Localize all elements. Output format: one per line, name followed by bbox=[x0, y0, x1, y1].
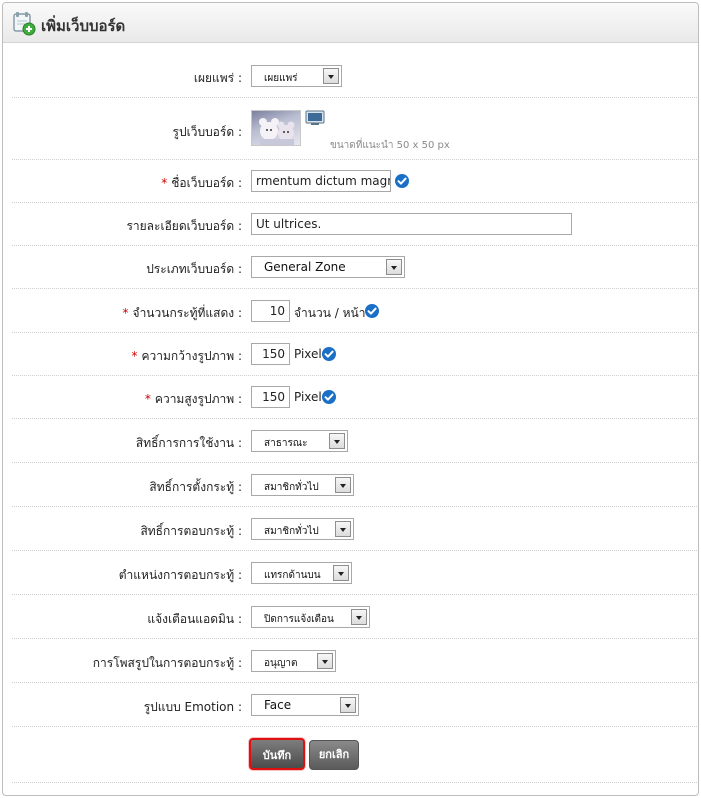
chevron-down-icon bbox=[386, 259, 402, 275]
image-upload-icon[interactable] bbox=[305, 110, 325, 126]
publish-label: เผยแพร่ : bbox=[193, 71, 242, 85]
reply-position-select-value: แทรกด้านบน bbox=[264, 570, 321, 581]
reply-rights-label: สิทธิ์การตอบกระทู้ : bbox=[140, 524, 242, 538]
save-button[interactable]: บันทึก bbox=[249, 738, 305, 770]
row-name: *ชื่อเว็บบอร์ด : rmentum dictum magna. bbox=[12, 160, 698, 203]
admin-notify-label: แจ้งเตือนแอดมิน : bbox=[147, 612, 242, 626]
required-marker: * bbox=[131, 349, 138, 363]
type-label: ประเภทเว็บบอร์ด : bbox=[146, 262, 242, 276]
required-marker: * bbox=[122, 306, 129, 320]
reply-images-select[interactable]: อนุญาต bbox=[251, 650, 336, 672]
usage-rights-select[interactable]: สาธารณะ bbox=[251, 430, 348, 452]
type-select-value: General Zone bbox=[264, 260, 346, 274]
reply-images-select-value: อนุญาต bbox=[264, 658, 298, 669]
image-width-input[interactable]: 150 bbox=[251, 343, 290, 365]
chevron-down-icon bbox=[335, 521, 351, 537]
row-reply-rights: สิทธิ์การตอบกระทู้ : สมาชิกทั่วไป bbox=[12, 507, 698, 551]
description-input[interactable]: Ut ultrices. bbox=[251, 213, 572, 235]
image-height-input[interactable]: 150 bbox=[251, 386, 290, 408]
chevron-down-icon bbox=[333, 565, 349, 581]
name-input[interactable]: rmentum dictum magna. bbox=[251, 170, 391, 192]
add-webboard-panel: เพิ่มเว็บบอร์ด เผยแพร่ : เผยแพร่ รูปเว็บ… bbox=[2, 2, 699, 796]
row-admin-notify: แจ้งเตือนแอดมิน : ปิดการแจ้งเตือน bbox=[12, 595, 698, 639]
check-icon bbox=[395, 174, 409, 188]
row-post-rights: สิทธิ์การตั้งกระทู้ : สมาชิกทั่วไป bbox=[12, 463, 698, 507]
name-label: * ชื่อเว็บบอร์ด : bbox=[161, 174, 242, 193]
row-usage-rights: สิทธิ์การการใช้งาน : สาธารณะ bbox=[12, 419, 698, 463]
topics-shown-label-text: จำนวนกระทู้ที่แสดง : bbox=[132, 306, 242, 320]
row-publish: เผยแพร่ : เผยแพร่ bbox=[12, 55, 698, 98]
type-select[interactable]: General Zone bbox=[251, 256, 405, 278]
admin-notify-select[interactable]: ปิดการแจ้งเตือน bbox=[251, 606, 370, 628]
publish-select-value: เผยแพร่ bbox=[264, 73, 298, 84]
post-rights-select-value: สมาชิกทั่วไป bbox=[264, 482, 319, 493]
emotion-select-value: Face bbox=[264, 698, 292, 712]
image-size-hint: ขนาดที่แนะนำ 50 x 50 px bbox=[330, 140, 450, 151]
reply-rights-select-value: สมาชิกทั่วไป bbox=[264, 526, 319, 537]
topics-shown-label: * จำนวนกระทู้ที่แสดง : bbox=[123, 304, 242, 323]
teddy-bears-image bbox=[259, 118, 295, 145]
row-reply-position: ตำแหน่งการตอบกระทู้ : แทรกด้านบน bbox=[12, 551, 698, 595]
chevron-down-icon bbox=[329, 433, 345, 449]
check-icon bbox=[365, 304, 379, 318]
chevron-down-icon bbox=[317, 653, 333, 669]
add-webboard-icon bbox=[13, 12, 36, 36]
admin-notify-select-value: ปิดการแจ้งเตือน bbox=[264, 614, 334, 625]
row-actions: บันทึก ยกเลิก bbox=[12, 727, 698, 783]
chevron-down-icon bbox=[335, 477, 351, 493]
emotion-label: รูปแบบ Emotion : bbox=[143, 700, 242, 714]
required-marker: * bbox=[144, 392, 151, 406]
image-height-label-text: ความสูงรูปภาพ : bbox=[154, 392, 242, 406]
reply-position-select[interactable]: แทรกด้านบน bbox=[251, 562, 352, 584]
chevron-down-icon bbox=[351, 609, 367, 625]
image-label: รูปเว็บบอร์ด : bbox=[172, 125, 242, 139]
webboard-image-thumbnail bbox=[251, 110, 301, 146]
image-width-label: * ความกว้างรูปภาพ : bbox=[132, 347, 243, 366]
reply-position-label: ตำแหน่งการตอบกระทู้ : bbox=[118, 568, 242, 582]
row-topics-shown: * จำนวนกระทู้ที่แสดง : 10 จำนวน / หน้า bbox=[12, 289, 698, 333]
panel-header: เพิ่มเว็บบอร์ด bbox=[3, 3, 698, 43]
topics-shown-unit: จำนวน / หน้า bbox=[294, 306, 366, 320]
reply-images-label: การโพสรูปในการตอบกระทู้ : bbox=[92, 656, 242, 670]
row-description: รายละเอียดเว็บบอร์ด : Ut ultrices. bbox=[12, 203, 698, 246]
image-width-unit: Pixel bbox=[294, 347, 322, 361]
reply-rights-select[interactable]: สมาชิกทั่วไป bbox=[251, 518, 354, 540]
emotion-select[interactable]: Face bbox=[251, 694, 359, 716]
page-title: เพิ่มเว็บบอร์ด bbox=[41, 17, 126, 35]
row-emotion: รูปแบบ Emotion : Face bbox=[12, 683, 698, 727]
topics-shown-input[interactable]: 10 bbox=[251, 300, 290, 322]
row-reply-images: การโพสรูปในการตอบกระทู้ : อนุญาต bbox=[12, 639, 698, 683]
required-marker: * bbox=[161, 176, 168, 190]
row-image-width: * ความกว้างรูปภาพ : 150 Pixel bbox=[12, 333, 698, 376]
check-icon bbox=[322, 390, 336, 404]
post-rights-label: สิทธิ์การตั้งกระทู้ : bbox=[149, 480, 242, 494]
publish-select[interactable]: เผยแพร่ bbox=[251, 65, 342, 87]
image-height-unit: Pixel bbox=[294, 390, 322, 404]
usage-rights-label: สิทธิ์การการใช้งาน : bbox=[135, 436, 242, 450]
check-icon bbox=[322, 347, 336, 361]
post-rights-select[interactable]: สมาชิกทั่วไป bbox=[251, 474, 354, 496]
usage-rights-select-value: สาธารณะ bbox=[264, 438, 308, 449]
description-label: รายละเอียดเว็บบอร์ด : bbox=[126, 219, 242, 233]
name-label-text: ชื่อเว็บบอร์ด : bbox=[171, 176, 242, 190]
chevron-down-icon bbox=[323, 68, 339, 84]
image-width-label-text: ความกว้างรูปภาพ : bbox=[141, 349, 243, 363]
image-height-label: * ความสูงรูปภาพ : bbox=[145, 390, 242, 409]
cancel-button[interactable]: ยกเลิก bbox=[309, 740, 359, 770]
row-image: รูปเว็บบอร์ด : ขนาดที่แนะนำ 50 x 50 px bbox=[12, 98, 698, 160]
chevron-down-icon bbox=[340, 697, 356, 713]
row-image-height: * ความสูงรูปภาพ : 150 Pixel bbox=[12, 376, 698, 419]
row-type: ประเภทเว็บบอร์ด : General Zone bbox=[12, 246, 698, 289]
